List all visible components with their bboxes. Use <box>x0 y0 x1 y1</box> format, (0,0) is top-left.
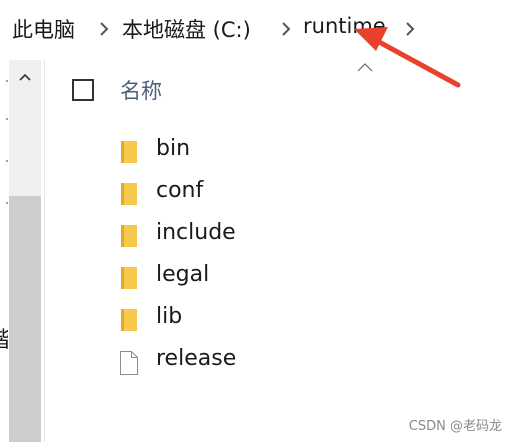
list-item-name: bin <box>156 136 191 161</box>
nav-tree-lines <box>6 80 8 280</box>
list-item[interactable]: bin <box>111 132 491 170</box>
folder-icon <box>119 266 137 290</box>
list-item-name: legal <box>156 262 210 287</box>
folder-icon <box>119 224 137 248</box>
list-item[interactable]: conf <box>111 174 491 212</box>
watermark: CSDN @老码龙 <box>408 419 502 434</box>
chevron-up-icon <box>19 73 31 81</box>
select-all-checkbox[interactable] <box>72 79 94 101</box>
chevron-right-icon[interactable] <box>99 21 109 37</box>
folder-icon <box>119 182 137 206</box>
folder-icon <box>119 140 137 164</box>
list-item[interactable]: include <box>111 216 491 254</box>
red-arrow-annotation <box>340 15 480 95</box>
file-list: 名称 bin conf include legal lib release <box>45 60 518 442</box>
navigation-pane: 谐 <box>0 60 45 442</box>
list-item-name: conf <box>156 178 204 203</box>
list-item[interactable]: release <box>111 342 491 380</box>
breadcrumb-item-this-pc[interactable]: 此电脑 <box>12 14 75 44</box>
file-explorer-window: 此电脑 本地磁盘 (C:) runtime 谐 名称 <box>0 0 518 442</box>
nav-item-partial[interactable]: 谐 <box>0 322 8 350</box>
nav-item-partial-label: 谐 <box>0 322 8 350</box>
nav-scrollbar[interactable] <box>9 60 41 442</box>
list-item-name: release <box>156 346 237 371</box>
breadcrumb-item-local-disk[interactable]: 本地磁盘 (C:) <box>122 14 251 44</box>
scroll-up-button[interactable] <box>9 60 41 100</box>
list-item-name: include <box>156 220 236 245</box>
column-header-name[interactable]: 名称 <box>120 75 162 105</box>
list-item[interactable]: legal <box>111 258 491 296</box>
file-icon <box>119 350 138 375</box>
chevron-right-icon[interactable] <box>281 21 291 37</box>
list-item-name: lib <box>156 304 183 329</box>
folder-icon <box>119 308 137 332</box>
list-item[interactable]: lib <box>111 300 491 338</box>
scroll-thumb[interactable] <box>9 196 41 442</box>
